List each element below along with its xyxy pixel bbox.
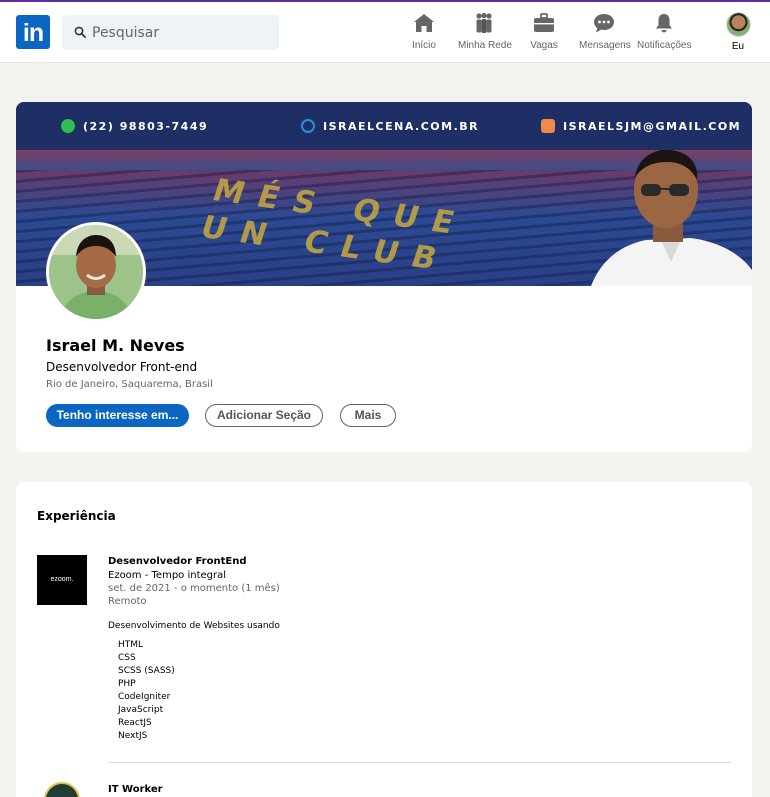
interest-button[interactable]: Tenho interesse em... [46, 404, 189, 427]
nav-item-network[interactable]: Minha Rede [458, 12, 512, 56]
skill-list: HTML CSS SCSS (SASS) PHP CodeIgniter Jav… [118, 639, 708, 743]
search-icon [74, 26, 86, 38]
network-icon [476, 12, 492, 33]
nav-item-label: Mensagens [579, 40, 631, 51]
nav-item-messages[interactable]: Mensagens [579, 12, 631, 56]
search-box[interactable] [62, 15, 279, 50]
nav-item-label: Minha Rede [458, 40, 512, 51]
linkedin-logo[interactable]: in [16, 15, 50, 49]
home-icon [414, 14, 434, 32]
search-input[interactable] [92, 15, 272, 50]
skill-item: SCSS (SASS) [118, 666, 175, 676]
job-title: Desenvolvedor FrontEnd [108, 556, 247, 567]
briefcase-icon [534, 13, 554, 32]
profile-photo[interactable] [46, 222, 146, 322]
skill-item: CodeIgniter [118, 692, 171, 702]
banner-website: ISRAELCENA.COM.BR [301, 119, 479, 133]
more-button[interactable]: Mais [340, 404, 396, 427]
company-logo[interactable] [44, 782, 80, 797]
nav-item-me[interactable]: Eu [720, 12, 756, 56]
avatar [725, 12, 751, 37]
skill-item: PHP [118, 679, 136, 689]
experience-card: Experiência ezoom. Desenvolvedor FrontEn… [16, 482, 752, 797]
divider [108, 762, 731, 763]
skill-item: JavaScript [118, 705, 164, 715]
nav-item-notifications[interactable]: Notificações [637, 12, 691, 56]
job-description: Desenvolvimento de Websites usando [108, 621, 280, 631]
nav-item-label: Vagas [530, 40, 558, 51]
profile-photo-image [49, 225, 143, 319]
skill-item: CSS [118, 653, 136, 663]
banner-email: ISRAELSJM@GMAIL.COM [541, 119, 741, 133]
section-title: Experiência [37, 509, 116, 523]
nav-item-label: Início [412, 40, 436, 51]
nav-item-label: Notificações [637, 40, 692, 51]
top-navigation-bar: in Início Minha Rede Vagas [0, 2, 770, 63]
experience-item: Desenvolvedor FrontEnd Ezoom - Tempo int… [108, 555, 708, 743]
skill-item: NextJS [118, 731, 148, 741]
nav-item-home[interactable]: Início [403, 12, 445, 56]
job-title: IT Worker [108, 784, 163, 795]
whatsapp-icon [61, 119, 75, 133]
job-company: Ezoom - Tempo integral [108, 570, 227, 581]
skill-item: HTML [118, 640, 144, 650]
job-period: set. de 2021 - o momento (1 mês) [108, 583, 280, 594]
bell-icon [656, 14, 672, 33]
profile-location: Rio de Janeiro, Saquarema, Brasil [46, 379, 213, 390]
nav-item-jobs[interactable]: Vagas [525, 12, 563, 56]
messages-icon [594, 14, 614, 33]
add-section-button[interactable]: Adicionar Seção [205, 404, 323, 427]
banner-person-photo [591, 150, 752, 286]
banner-phone: (22) 98803-7449 [61, 119, 208, 133]
profile-card: MÉS QUE UN CLUB (22) 98803-7449 ISRAELCE… [16, 102, 752, 452]
company-logo[interactable]: ezoom. [37, 555, 87, 605]
nav-item-label: Eu [731, 41, 745, 52]
globe-icon [301, 119, 315, 133]
job-mode: Remoto [108, 596, 147, 607]
skill-item: ReactJS [118, 718, 152, 728]
mail-icon [541, 119, 555, 133]
profile-headline: Desenvolvedor Front-end [46, 360, 198, 374]
profile-name: Israel M. Neves [46, 336, 185, 355]
